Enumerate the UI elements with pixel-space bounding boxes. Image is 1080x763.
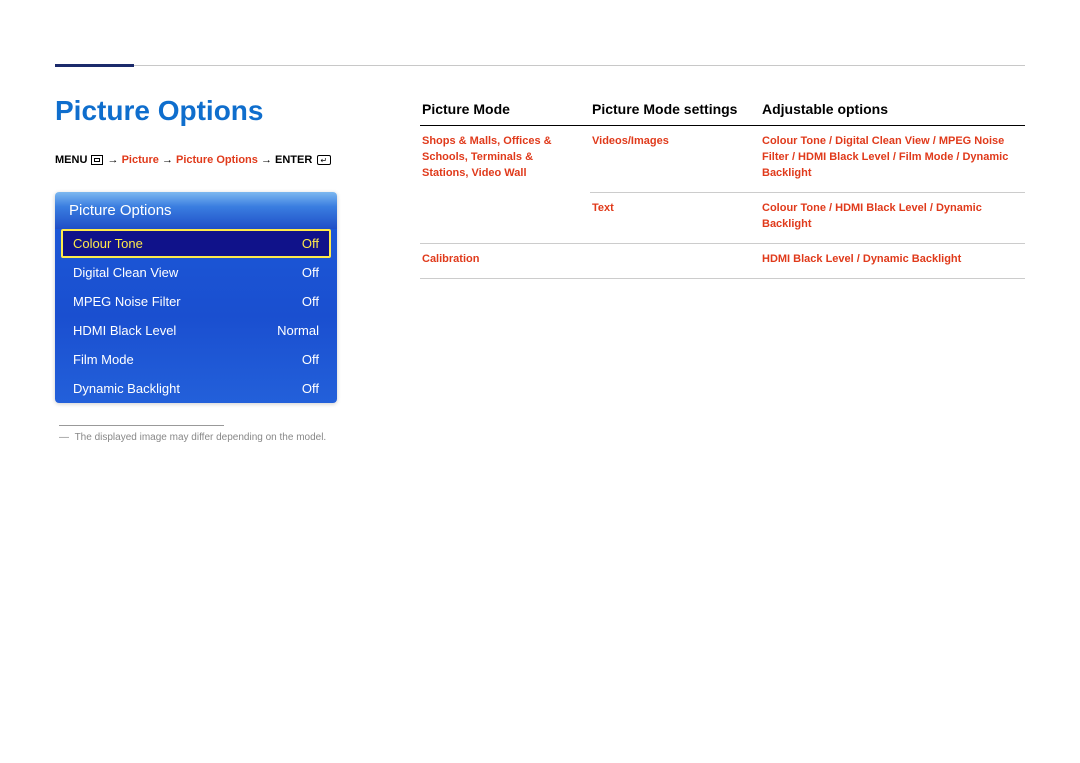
cell-options: Colour Tone / Digital Clean View / MPEG … — [760, 126, 1025, 193]
menu-item-label: Colour Tone — [73, 236, 143, 251]
left-column: Picture Options MENU → Picture → Picture… — [55, 95, 420, 443]
enter-icon — [317, 155, 331, 165]
menu-item-value: Normal — [277, 323, 319, 338]
table-row: Shops & Malls, Offices & Schools, Termin… — [420, 126, 1025, 193]
menu-item-value: Off — [302, 381, 319, 396]
th-adjustable-options: Adjustable options — [760, 95, 1025, 126]
footnote-rule — [59, 425, 224, 426]
menu-icon — [91, 155, 103, 165]
cell-picture-mode: Calibration — [420, 243, 590, 278]
breadcrumb-arrow-2: → — [162, 154, 176, 166]
cell-options: Colour Tone / HDMI Black Level / Dynamic… — [760, 192, 1025, 243]
table-row: Calibration HDMI Black Level / Dynamic Ba… — [420, 243, 1025, 278]
menu-item-label: HDMI Black Level — [73, 323, 176, 338]
options-table: Picture Mode Picture Mode settings Adjus… — [420, 95, 1025, 279]
breadcrumb-arrow-3: → — [261, 154, 275, 166]
menu-item[interactable]: Film Mode Off — [55, 345, 337, 374]
menu-item[interactable]: Colour Tone Off — [61, 229, 331, 258]
menu-panel: Picture Options Colour ToneOffDigital Cl… — [55, 192, 337, 403]
menu-item[interactable]: MPEG Noise Filter Off — [55, 287, 337, 316]
options-table-body: Shops & Malls, Offices & Schools, Termin… — [420, 126, 1025, 279]
cell-settings: Videos/Images — [590, 126, 760, 193]
th-picture-mode: Picture Mode — [420, 95, 590, 126]
footnote-text: The displayed image may differ depending… — [75, 432, 327, 443]
menu-panel-body: Colour ToneOffDigital Clean ViewOffMPEG … — [55, 229, 337, 403]
cell-settings: Text — [590, 192, 760, 243]
menu-item-value: Off — [302, 265, 319, 280]
breadcrumb-menu: MENU — [55, 154, 87, 166]
breadcrumb: MENU → Picture → Picture Options → ENTER — [55, 153, 385, 168]
breadcrumb-picture-options: Picture Options — [176, 154, 258, 166]
cell-options: HDMI Black Level / Dynamic Backlight — [760, 243, 1025, 278]
menu-item-value: Off — [302, 236, 319, 251]
breadcrumb-picture: Picture — [122, 154, 159, 166]
cell-picture-mode: Shops & Malls, Offices & Schools, Termin… — [420, 126, 590, 244]
header-accent — [55, 64, 134, 67]
cell-settings — [590, 243, 760, 278]
page-title: Picture Options — [55, 95, 385, 127]
menu-item-value: Off — [302, 294, 319, 309]
breadcrumb-enter: ENTER — [275, 154, 312, 166]
menu-item[interactable]: Digital Clean View Off — [55, 258, 337, 287]
menu-item-label: MPEG Noise Filter — [73, 294, 181, 309]
menu-item[interactable]: HDMI Black Level Normal — [55, 316, 337, 345]
menu-item-label: Dynamic Backlight — [73, 381, 180, 396]
breadcrumb-arrow-1: → — [108, 154, 122, 166]
th-picture-mode-settings: Picture Mode settings — [590, 95, 760, 126]
header-rule — [134, 65, 1025, 66]
right-column: Picture Mode Picture Mode settings Adjus… — [420, 95, 1025, 443]
menu-item-label: Film Mode — [73, 352, 134, 367]
menu-item[interactable]: Dynamic Backlight Off — [55, 374, 337, 403]
menu-item-value: Off — [302, 352, 319, 367]
menu-item-label: Digital Clean View — [73, 265, 178, 280]
menu-panel-header: Picture Options — [55, 192, 337, 229]
footnote: ― The displayed image may differ dependi… — [59, 432, 385, 443]
